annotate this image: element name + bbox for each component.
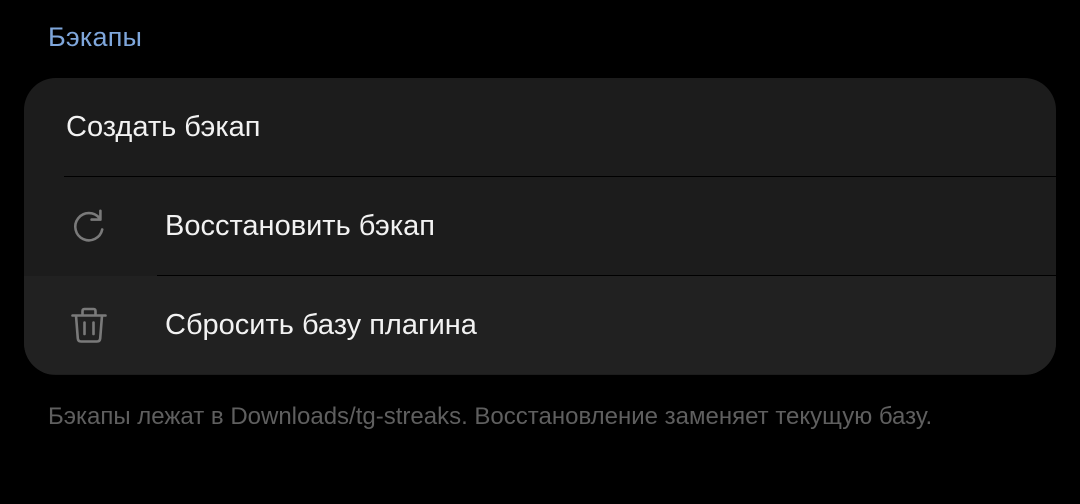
create-backup-button[interactable]: Создать бэкап	[24, 78, 1056, 176]
reset-plugin-database-button[interactable]: Сбросить базу плагина	[24, 276, 1056, 374]
backup-options-card: Создать бэкап Восстановить бэкап Сбросит…	[24, 78, 1056, 375]
section-title: Бэкапы	[48, 22, 143, 52]
restore-backup-button[interactable]: Восстановить бэкап	[24, 177, 1056, 275]
create-backup-label: Создать бэкап	[66, 110, 261, 143]
refresh-icon	[68, 205, 110, 247]
reset-plugin-database-label: Сбросить базу плагина	[165, 308, 477, 341]
backup-settings-screen: Бэкапы Создать бэкап Восстановить бэкап	[0, 0, 1080, 504]
trash-icon	[68, 304, 110, 346]
restore-backup-label: Восстановить бэкап	[165, 209, 435, 242]
backup-info-text: Бэкапы лежат в Downloads/tg-streaks. Вос…	[48, 403, 933, 430]
